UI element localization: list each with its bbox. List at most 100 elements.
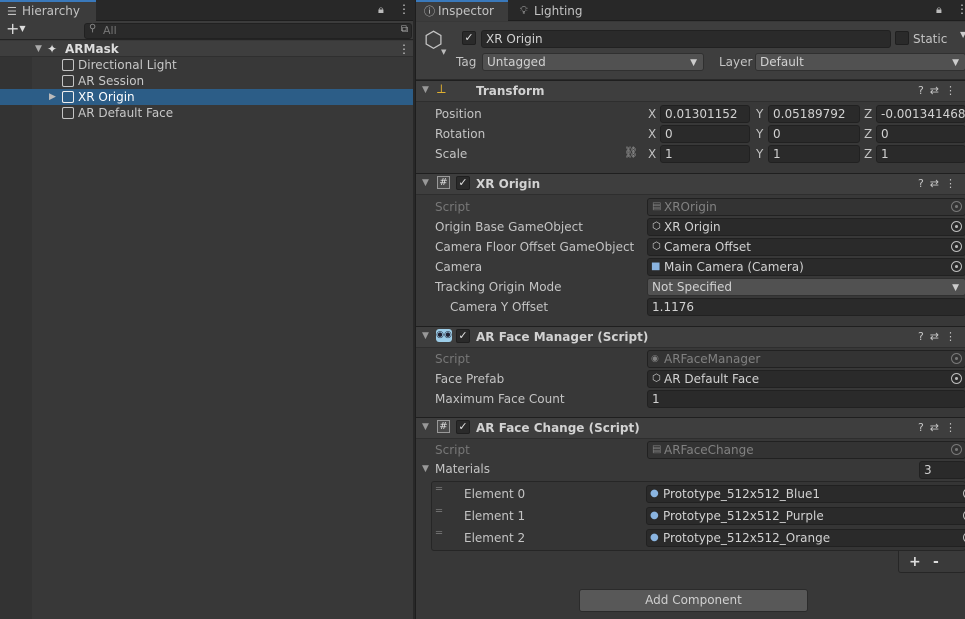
more-icon[interactable]: ⋮: [956, 2, 965, 16]
tag-dropdown[interactable]: Untagged ▼: [482, 53, 704, 71]
lock-icon[interactable]: 🔒︎: [378, 3, 384, 17]
presets-icon[interactable]: ⇄: [930, 177, 945, 190]
xr-origin-header[interactable]: ▼ # ✓ XR Origin ?⇄⋮: [416, 173, 965, 195]
object-name-input[interactable]: XR Origin: [481, 30, 891, 48]
component-enabled-checkbox[interactable]: ✓: [456, 329, 470, 343]
active-checkbox[interactable]: ✓: [462, 31, 476, 45]
hierarchy-item-ar-default-face[interactable]: AR Default Face: [0, 105, 413, 121]
scale-x-field[interactable]: 1: [660, 145, 750, 163]
add-dropdown-button[interactable]: +▼: [6, 19, 26, 38]
gameobject-cube-icon: [62, 91, 74, 103]
static-dropdown-icon[interactable]: ▼: [960, 30, 965, 39]
component-menu-icon[interactable]: ⋮: [945, 421, 962, 434]
component-enabled-checkbox[interactable]: ✓: [456, 420, 470, 434]
chevron-down-icon[interactable]: ▼: [441, 48, 446, 56]
more-icon[interactable]: ⋮: [398, 2, 410, 16]
origin-base-value: XR Origin: [664, 220, 721, 234]
list-item: ═ Element 2 ● Prototype_512x512_Orange: [431, 528, 965, 548]
rotation-x-field[interactable]: 0: [660, 125, 750, 143]
position-z-field[interactable]: -0.001341468: [876, 105, 965, 123]
origin-base-field[interactable]: ⬡ XR Origin: [647, 218, 965, 236]
component-header-icons: ?⇄⋮: [918, 421, 962, 434]
material-field[interactable]: ● Prototype_512x512_Orange: [646, 529, 965, 547]
layer-dropdown[interactable]: Default ▼: [755, 53, 965, 71]
max-face-count-label: Maximum Face Count: [435, 392, 565, 406]
scene-menu-icon[interactable]: ⋮: [398, 41, 410, 57]
hierarchy-item-xr-origin[interactable]: ▶ XR Origin: [0, 89, 413, 105]
camera-field[interactable]: ■ Main Camera (Camera): [647, 258, 965, 276]
ar-face-manager-header[interactable]: ▼ ◉◉ ✓ AR Face Manager (Script) ?⇄⋮: [416, 326, 965, 348]
expand-arrow-icon[interactable]: ▶: [49, 89, 56, 105]
material-value: Prototype_512x512_Blue1: [663, 487, 820, 501]
axis-x-label: X: [648, 147, 657, 161]
lock-icon[interactable]: 🔒︎: [936, 3, 942, 17]
help-icon[interactable]: ?: [918, 177, 930, 190]
help-icon[interactable]: ?: [918, 421, 930, 434]
add-element-button[interactable]: +: [909, 551, 921, 573]
component-menu-icon[interactable]: ⋮: [945, 84, 962, 97]
tab-lighting[interactable]: 💡︎ Lighting: [512, 0, 602, 21]
tag-value: Untagged: [487, 55, 546, 69]
position-y-field[interactable]: 0.05189792: [768, 105, 860, 123]
face-prefab-label: Face Prefab: [435, 372, 505, 386]
object-picker-icon[interactable]: [951, 261, 962, 272]
collapse-arrow-icon[interactable]: ▼: [422, 85, 429, 95]
component-menu-icon[interactable]: ⋮: [945, 177, 962, 190]
position-x-field[interactable]: 0.01301152: [660, 105, 750, 123]
scale-z-field[interactable]: 1: [876, 145, 965, 163]
ar-face-manager-title: AR Face Manager (Script): [476, 330, 649, 344]
rotation-z-field[interactable]: 0: [876, 125, 965, 143]
drag-handle-icon[interactable]: ═: [436, 528, 442, 539]
material-field[interactable]: ● Prototype_512x512_Purple: [646, 507, 965, 525]
materials-count-field[interactable]: 3: [919, 461, 965, 479]
object-picker-icon[interactable]: [951, 373, 962, 384]
element-label: Element 1: [464, 509, 526, 523]
material-field[interactable]: ● Prototype_512x512_Blue1: [646, 485, 965, 503]
material-sphere-icon: ●: [650, 488, 659, 499]
tracking-mode-dropdown[interactable]: Not Specified ▼: [647, 278, 965, 296]
face-prefab-field[interactable]: ⬡ AR Default Face: [647, 370, 965, 388]
component-menu-icon[interactable]: ⋮: [945, 330, 962, 343]
drag-handle-icon[interactable]: ═: [436, 506, 442, 517]
help-icon[interactable]: ?: [918, 330, 930, 343]
presets-icon[interactable]: ⇄: [930, 84, 945, 97]
help-icon[interactable]: ?: [918, 84, 930, 97]
object-picker-icon[interactable]: [951, 221, 962, 232]
gameobject-cube-icon: [62, 107, 74, 119]
ar-face-change-header[interactable]: ▼ # ✓ AR Face Change (Script) ?⇄⋮: [416, 417, 965, 439]
tab-hierarchy[interactable]: ☰ Hierarchy: [0, 0, 96, 21]
search-filter-icon[interactable]: ⧉: [401, 24, 408, 35]
transform-header[interactable]: ▼ ⟂ Transform ?⇄⋮: [416, 80, 965, 102]
static-checkbox[interactable]: [895, 31, 909, 45]
collapse-arrow-icon[interactable]: ▼: [422, 422, 429, 432]
constrain-proportions-icon[interactable]: ⛓︎: [624, 146, 638, 159]
lightbulb-icon: 💡︎: [520, 4, 528, 17]
materials-expand-arrow-icon[interactable]: ▼: [422, 464, 429, 474]
presets-icon[interactable]: ⇄: [930, 330, 945, 343]
tab-inspector[interactable]: ⓘ Inspector: [416, 0, 508, 21]
collapse-arrow-icon[interactable]: ▼: [422, 331, 429, 341]
object-picker-icon[interactable]: [951, 241, 962, 252]
scale-y-field[interactable]: 1: [768, 145, 860, 163]
chevron-down-icon: ▼: [952, 58, 959, 68]
remove-element-button[interactable]: -: [933, 551, 939, 573]
camera-y-offset-field[interactable]: 1.1176: [647, 298, 965, 316]
script-label: Script: [435, 443, 470, 457]
hierarchy-item-ar-session[interactable]: AR Session: [0, 73, 413, 89]
presets-icon[interactable]: ⇄: [930, 421, 945, 434]
component-enabled-checkbox[interactable]: ✓: [456, 176, 470, 190]
script-value: ARFaceChange: [664, 443, 754, 457]
camera-y-offset-label: Camera Y Offset: [450, 300, 549, 314]
max-face-count-field[interactable]: 1: [647, 390, 965, 408]
expand-arrow-icon[interactable]: ▼: [35, 41, 42, 57]
hierarchy-item-directional-light[interactable]: Directional Light: [0, 57, 413, 73]
add-component-button[interactable]: Add Component: [579, 589, 808, 612]
scene-row[interactable]: ▼ ✦ ARMask ⋮: [0, 41, 413, 57]
drag-handle-icon[interactable]: ═: [436, 484, 442, 495]
camera-floor-field[interactable]: ⬡ Camera Offset: [647, 238, 965, 256]
search-placeholder: All: [103, 24, 117, 37]
hierarchy-search-input[interactable]: ⚲ All ⧉: [84, 23, 412, 39]
tab-inspector-label: Inspector: [438, 4, 494, 18]
rotation-y-field[interactable]: 0: [768, 125, 860, 143]
collapse-arrow-icon[interactable]: ▼: [422, 178, 429, 188]
